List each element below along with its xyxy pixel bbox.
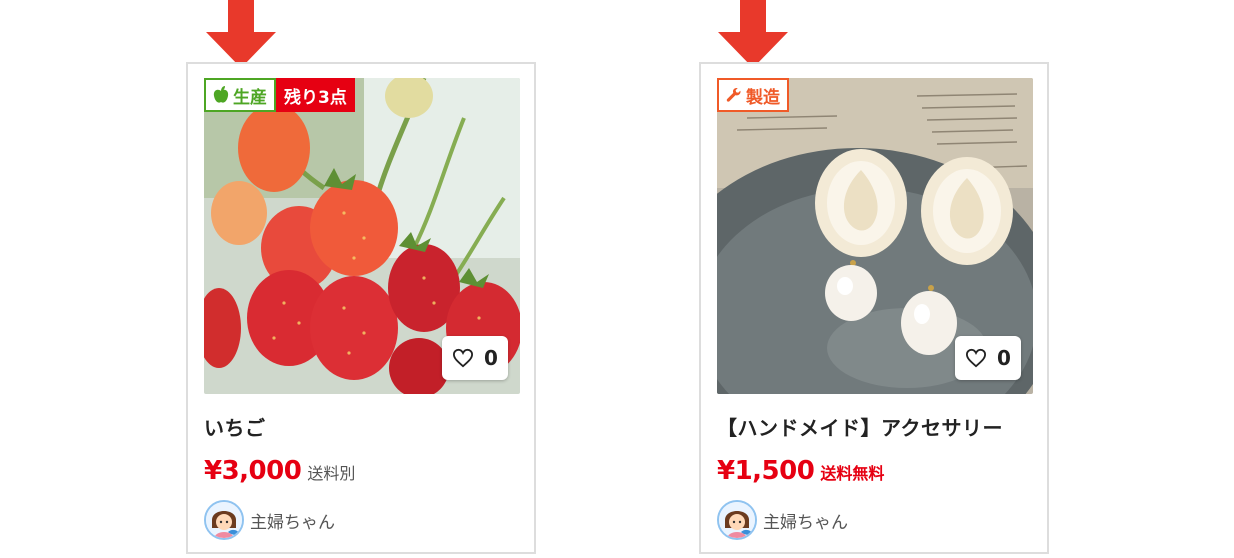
stock-badge: 残り3点: [276, 78, 355, 112]
product-price: ¥1,500: [717, 456, 815, 486]
category-badge: 生産: [204, 78, 276, 112]
price-row: ¥1,500 送料無料: [717, 456, 884, 486]
product-card[interactable]: 製造 0 【ハンドメイド】アクセサリー ¥1,500 送料無料 主婦ちゃん: [699, 62, 1049, 554]
price-row: ¥3,000 送料別: [204, 456, 355, 486]
product-card[interactable]: 生産 残り3点 0 いちご ¥3,000 送料別 主婦ちゃん: [186, 62, 536, 554]
category-badge-label: 生産: [233, 87, 267, 108]
like-count: 0: [484, 346, 498, 370]
like-count: 0: [997, 346, 1011, 370]
housewife-avatar: [719, 502, 755, 538]
product-title[interactable]: 【ハンドメイド】アクセサリー: [717, 412, 1003, 441]
pointer-arrow-icon: [718, 0, 788, 68]
category-badge: 製造: [717, 78, 789, 112]
product-image[interactable]: 0: [717, 78, 1033, 394]
badge-group: 生産 残り3点: [204, 78, 355, 112]
seller-info[interactable]: 主婦ちゃん: [204, 500, 335, 540]
seller-avatar[interactable]: [204, 500, 244, 540]
product-price: ¥3,000: [204, 456, 302, 486]
pointer-arrow-icon: [206, 0, 276, 68]
like-button[interactable]: 0: [955, 336, 1021, 380]
heart-icon: [966, 348, 987, 368]
shipping-label: 送料別: [307, 464, 356, 483]
heart-icon: [453, 348, 474, 368]
seller-info[interactable]: 主婦ちゃん: [717, 500, 848, 540]
shipping-label: 送料無料: [820, 464, 885, 483]
seller-name[interactable]: 主婦ちゃん: [763, 508, 848, 533]
seller-name[interactable]: 主婦ちゃん: [250, 508, 335, 533]
product-image[interactable]: 0: [204, 78, 520, 394]
wrench-icon: [726, 88, 741, 102]
housewife-avatar: [206, 502, 242, 538]
apple-icon: [213, 86, 229, 103]
seller-avatar[interactable]: [717, 500, 757, 540]
badge-group: 製造: [717, 78, 789, 112]
product-title[interactable]: いちご: [204, 412, 266, 441]
category-badge-label: 製造: [746, 87, 780, 108]
like-button[interactable]: 0: [442, 336, 508, 380]
